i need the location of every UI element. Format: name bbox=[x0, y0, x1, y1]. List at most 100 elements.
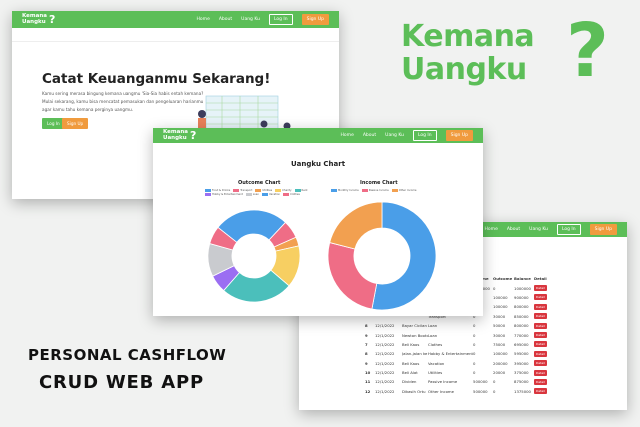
row-category: Loan bbox=[428, 323, 438, 329]
logo-line2: Uangku bbox=[22, 18, 46, 25]
nav-about[interactable]: About bbox=[219, 17, 232, 22]
row-income: 0 bbox=[473, 360, 476, 366]
table-row: 9 12/1/2022 Beli Kaos Vacation 0 200000 395000… bbox=[365, 359, 547, 368]
nav-login-button[interactable]: Log In bbox=[268, 14, 293, 25]
detail-button[interactable]: Detail bbox=[534, 360, 547, 367]
row-detail-cell: Detail bbox=[534, 377, 547, 386]
row-number: 9 bbox=[365, 332, 368, 338]
row-detail-cell: Detail bbox=[534, 368, 547, 377]
row-detail-cell: Detail bbox=[534, 387, 547, 396]
detail-button[interactable]: Detail bbox=[534, 350, 547, 357]
table-row: 10 12/1/2022 Beli Alat Utilities 0 20000 37500… bbox=[365, 368, 547, 377]
brand-question-mark: ? bbox=[566, 8, 609, 94]
row-outcome: 100000 bbox=[493, 294, 508, 300]
col-outcome: Outcome bbox=[493, 276, 513, 282]
row-balance: 375000 bbox=[514, 370, 529, 376]
row-detail-cell: Detail bbox=[534, 293, 547, 302]
detail-button[interactable]: Detail bbox=[534, 369, 547, 376]
detail-button[interactable]: Detail bbox=[534, 303, 547, 310]
table-row: 8 12/1/2022 Jalan-jalan ke PantaiHobby & E… bbox=[365, 349, 547, 358]
brand-logo-line2: Uangku bbox=[401, 52, 527, 87]
row-category: Loan bbox=[428, 332, 438, 338]
row-number: 9 bbox=[365, 360, 368, 366]
row-description: Newton Bootcamp bbox=[402, 332, 428, 338]
tagline-primary: PERSONAL CASHFLOW bbox=[28, 346, 227, 364]
row-outcome: 0 bbox=[493, 388, 496, 394]
donut-slice-1-1[interactable] bbox=[327, 242, 378, 310]
row-outcome: 100000 bbox=[493, 304, 508, 310]
row-balance: 395000 bbox=[514, 360, 529, 366]
row-balance: 770000 bbox=[514, 332, 529, 338]
table-row: 9 12/1/2022 Newton BootcampLoan 0 30000 77000… bbox=[365, 330, 547, 339]
row-balance: 1375000 bbox=[514, 388, 531, 394]
row-balance: 595000 bbox=[514, 351, 529, 357]
row-outcome: 50000 bbox=[493, 323, 506, 329]
detail-button[interactable]: Detail bbox=[534, 332, 547, 339]
row-date: 12/1/2022 bbox=[375, 323, 395, 329]
row-category: Clothes bbox=[428, 341, 443, 347]
detail-button[interactable]: Detail bbox=[534, 378, 547, 385]
table-row: 12 12/1/2022 Dikasih Ortu Other Income 50000… bbox=[365, 387, 547, 396]
row-income: 500000 bbox=[473, 388, 488, 394]
detail-button[interactable]: Detail bbox=[534, 388, 547, 395]
row-income: 0 bbox=[473, 332, 476, 338]
nav-login-button[interactable]: Log In bbox=[556, 224, 581, 235]
row-description: Beli Alat bbox=[402, 370, 418, 376]
row-description: Jalan-jalan ke Pantai bbox=[402, 351, 428, 357]
detail-button[interactable]: Detail bbox=[534, 322, 547, 329]
row-outcome: 0 bbox=[493, 285, 496, 291]
row-outcome: 20000 bbox=[493, 370, 506, 376]
row-number: 8 bbox=[365, 323, 368, 329]
row-balance: 1000000 bbox=[514, 285, 531, 291]
row-category: Passive Income bbox=[428, 379, 458, 385]
row-date: 12/1/2022 bbox=[375, 332, 395, 338]
detail-button[interactable]: Detail bbox=[534, 341, 547, 348]
nav-uangku[interactable]: Uang Ku bbox=[529, 227, 548, 232]
navbar: Kemana Uangku ? Home About Uang Ku Log In… bbox=[12, 11, 339, 28]
row-description: Beli Kaos bbox=[402, 341, 420, 347]
table-row: 7 12/1/2022 Beli Kaos Clothes 0 75000 695000 De… bbox=[365, 340, 547, 349]
nav-signup-button[interactable]: Sign Up bbox=[301, 14, 329, 25]
nav-home[interactable]: Home bbox=[485, 227, 498, 232]
row-income: 500000 bbox=[473, 379, 488, 385]
hero-text-3: agar kamu tahu kemana perginya uangmu. bbox=[42, 107, 134, 112]
row-balance: 875000 bbox=[514, 379, 529, 385]
detail-button[interactable]: Detail bbox=[534, 313, 547, 320]
detail-button[interactable]: Detail bbox=[534, 294, 547, 301]
chart-window: Kemana Uangku ? Home About Uang Ku Log In… bbox=[153, 128, 483, 316]
row-category: Other Income bbox=[428, 388, 454, 394]
detail-button[interactable]: Detail bbox=[534, 285, 547, 292]
row-date: 12/1/2022 bbox=[375, 341, 395, 347]
row-description: Beli Kaos bbox=[402, 360, 420, 366]
row-detail-cell: Detail bbox=[534, 302, 547, 311]
hero-signup-button[interactable]: Sign Up bbox=[62, 118, 89, 129]
row-outcome: 0 bbox=[493, 379, 496, 385]
charts-svg bbox=[207, 201, 437, 311]
row-outcome: 30000 bbox=[493, 313, 506, 319]
row-outcome: 100000 bbox=[493, 351, 508, 357]
row-category: Vacation bbox=[428, 360, 445, 366]
row-description: Dividen bbox=[402, 379, 417, 385]
nav-uangku[interactable]: Uang Ku bbox=[241, 17, 260, 22]
col-detail: Detail bbox=[534, 276, 547, 282]
row-number: 8 bbox=[365, 351, 368, 357]
row-number: 7 bbox=[365, 341, 368, 347]
row-detail-cell: Detail bbox=[534, 321, 547, 330]
nav-signup-button[interactable]: Sign Up bbox=[589, 224, 617, 235]
nav-logo[interactable]: Kemana Uangku ? bbox=[22, 13, 55, 25]
nav-about[interactable]: About bbox=[507, 227, 520, 232]
row-date: 12/1/2022 bbox=[375, 360, 395, 366]
row-date: 12/1/2022 bbox=[375, 351, 395, 357]
row-number: 10 bbox=[365, 370, 371, 376]
hero-text-2: Mulai sekarang, kamu bisa mencatat pemas… bbox=[42, 99, 204, 104]
tagline-secondary: CRUD WEB APP bbox=[39, 372, 204, 393]
row-detail-cell: Detail bbox=[534, 312, 547, 321]
donut-slice-1-2[interactable] bbox=[329, 201, 383, 250]
row-number: 11 bbox=[365, 379, 371, 385]
row-outcome: 200000 bbox=[493, 360, 508, 366]
nav-home[interactable]: Home bbox=[197, 17, 210, 22]
table-row: 11 12/1/2022 Dividen Passive Income 500000 0 8… bbox=[365, 377, 547, 386]
row-detail-cell: Detail bbox=[534, 283, 547, 292]
row-outcome: 75000 bbox=[493, 341, 506, 347]
row-income: 0 bbox=[473, 351, 476, 357]
